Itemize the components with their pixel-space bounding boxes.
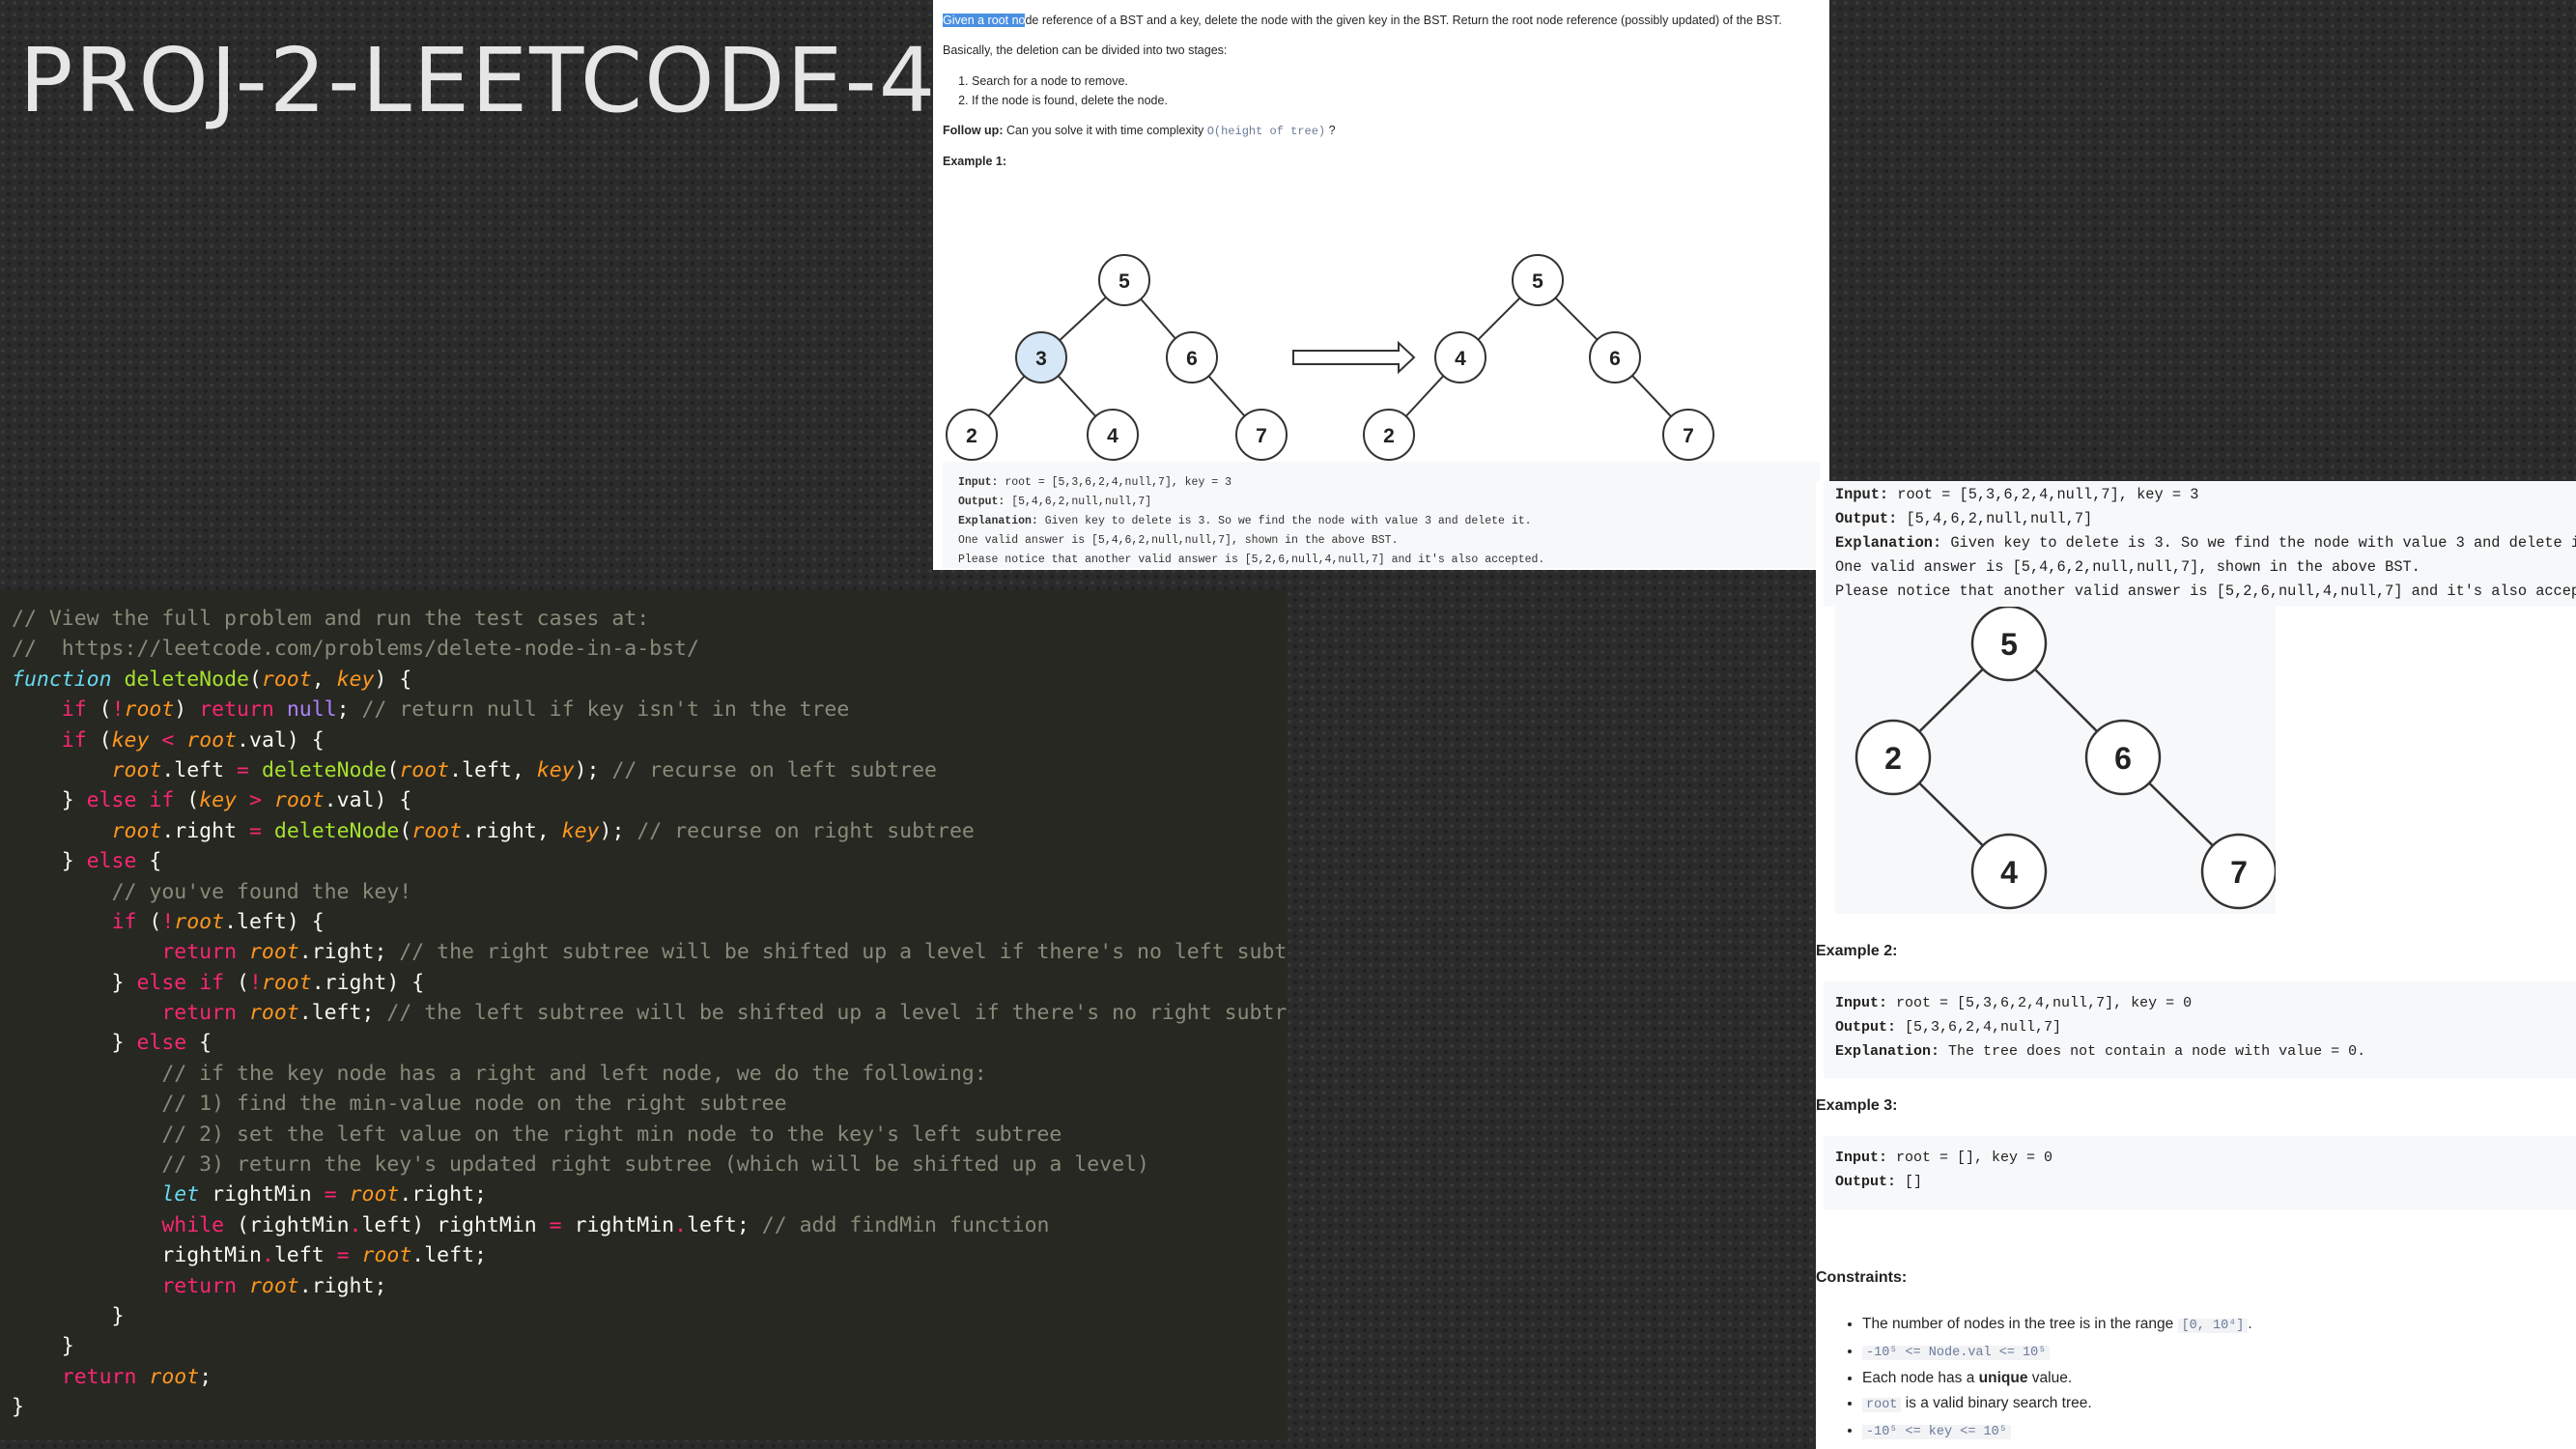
code-line: // you've found the key! bbox=[111, 879, 412, 904]
svg-text:4: 4 bbox=[1455, 348, 1466, 370]
follow-up: Follow up: Can you solve it with time co… bbox=[943, 124, 1336, 138]
example2-io-block: Input: root = [5,3,6,2,4,null,7], key = … bbox=[1824, 981, 2576, 1078]
constraint-item: -10⁵ <= key <= 10⁵ bbox=[1862, 1418, 2252, 1445]
code-line: root.right = deleteNode(root.right, key)… bbox=[111, 818, 975, 843]
constraint-item: -10⁵ <= Node.val <= 10⁵ bbox=[1862, 1339, 2252, 1366]
svg-text:4: 4 bbox=[2000, 855, 2018, 890]
code-line: } else if (key > root.val) { bbox=[12, 788, 412, 813]
constraint-item: The number of nodes in the tree is in th… bbox=[1862, 1312, 2252, 1339]
code-line: return root; bbox=[61, 1364, 212, 1389]
svg-text:5: 5 bbox=[1118, 270, 1130, 293]
code-line: if (!root) return null; // return null i… bbox=[61, 697, 850, 723]
arrow-right-icon bbox=[1292, 340, 1416, 375]
tree-node: 6 bbox=[1589, 331, 1641, 384]
tree-node: 2 bbox=[946, 409, 998, 461]
code-line: if (!root.left) { bbox=[111, 909, 325, 934]
svg-text:6: 6 bbox=[1609, 348, 1621, 370]
tree-node: 7 bbox=[1235, 409, 1288, 461]
code-line: // 2) set the left value on the right mi… bbox=[161, 1122, 1062, 1147]
code-line: return root.right; // the right subtree … bbox=[161, 940, 1288, 965]
code-line: } else { bbox=[12, 1031, 212, 1056]
alternative-tree-diagram: 5 2 6 4 7 bbox=[1835, 607, 2276, 914]
code-line: } else { bbox=[12, 849, 162, 874]
svg-text:7: 7 bbox=[2230, 855, 2248, 890]
code-line: rightMin.left = root.left; bbox=[161, 1243, 487, 1268]
code-line: } bbox=[12, 1334, 74, 1359]
tree-node: 2 bbox=[1854, 719, 1932, 796]
slide-title: PROJ-2-LEETCODE-450 bbox=[19, 29, 1055, 132]
code-line: } bbox=[12, 1303, 125, 1328]
svg-text:4: 4 bbox=[1107, 425, 1118, 447]
constraint-item: Each node has a unique value. bbox=[1862, 1366, 2252, 1391]
svg-text:5: 5 bbox=[2000, 627, 2018, 662]
svg-text:6: 6 bbox=[1186, 348, 1198, 370]
tree-node: 5 bbox=[1098, 254, 1150, 306]
code-editor[interactable]: // View the full problem and run the tes… bbox=[0, 590, 1288, 1440]
tree-node: 7 bbox=[1662, 409, 1714, 461]
stages-intro: Basically, the deletion can be divided i… bbox=[943, 43, 1228, 57]
svg-text:7: 7 bbox=[1256, 425, 1267, 447]
svg-text:2: 2 bbox=[1383, 425, 1395, 447]
svg-text:5: 5 bbox=[1532, 270, 1543, 293]
code-line: // 1) find the min-value node on the rig… bbox=[161, 1092, 787, 1117]
stages-list: Search for a node to remove. If the node… bbox=[943, 71, 1820, 110]
code-line: // 3) return the key's updated right sub… bbox=[161, 1152, 1149, 1178]
tree-node: 4 bbox=[1434, 331, 1486, 384]
example1-tree-diagram: 5 3 6 2 4 7 5 4 6 2 7 bbox=[946, 254, 1714, 461]
tree-node: 5 bbox=[1970, 607, 2048, 682]
tree-node: 2 bbox=[1363, 409, 1415, 461]
code-line: function deleteNode(root, key) { bbox=[12, 667, 412, 692]
constraint-item: root is a valid binary search tree. bbox=[1862, 1391, 2252, 1418]
code-line: while (rightMin.left) rightMin = rightMi… bbox=[161, 1212, 1050, 1237]
tree-node: 6 bbox=[2084, 719, 2162, 796]
example1-title: Example 1: bbox=[943, 155, 1007, 168]
code-line: return root.right; bbox=[161, 1273, 387, 1298]
code-line: } else if (!root.right) { bbox=[12, 970, 425, 995]
example1-io-block: Input: root = [5,3,6,2,4,null,7], key = … bbox=[943, 462, 1820, 568]
example3-title: Example 3: bbox=[1816, 1097, 1898, 1114]
svg-text:7: 7 bbox=[1683, 425, 1694, 447]
tree-node: 7 bbox=[2200, 833, 2276, 910]
code-line: // if the key node has a right and left … bbox=[161, 1061, 987, 1086]
code-line: return root.left; // the left subtree wi… bbox=[161, 1001, 1288, 1026]
tree-node-highlighted: 3 bbox=[1015, 331, 1067, 384]
tree-node: 5 bbox=[1512, 254, 1564, 306]
code-line: if (key < root.val) { bbox=[61, 727, 325, 753]
svg-text:3: 3 bbox=[1035, 348, 1047, 370]
svg-text:6: 6 bbox=[2114, 741, 2132, 776]
selected-text[interactable]: Given a root no bbox=[943, 14, 1026, 27]
tree-node: 6 bbox=[1166, 331, 1218, 384]
code-line: } bbox=[12, 1395, 24, 1420]
example2-title: Example 2: bbox=[1816, 943, 1898, 959]
stage-item: If the node is found, delete the node. bbox=[972, 91, 1820, 110]
problem-intro: Given a root node reference of a BST and… bbox=[943, 14, 1782, 27]
constraints-list: The number of nodes in the tree is in th… bbox=[1845, 1312, 2252, 1445]
code-line: // View the full problem and run the tes… bbox=[12, 607, 650, 631]
example3-io-block: Input: root = [], key = 0 Output: [] bbox=[1824, 1136, 2576, 1209]
code-line: // https://leetcode.com/problems/delete-… bbox=[12, 637, 699, 662]
example1-io-block: Input: root = [5,3,6,2,4,null,7], key = … bbox=[1824, 481, 2576, 607]
stage-item: Search for a node to remove. bbox=[972, 71, 1820, 91]
svg-text:2: 2 bbox=[966, 425, 977, 447]
examples-panel: Input: root = [5,3,6,2,4,null,7], key = … bbox=[1816, 481, 2576, 1449]
tree-node: 4 bbox=[1087, 409, 1139, 461]
code-line: root.left = deleteNode(root.left, key); … bbox=[111, 757, 937, 782]
tree-node: 4 bbox=[1970, 833, 2048, 910]
code-line: let rightMin = root.right; bbox=[161, 1182, 487, 1208]
svg-text:2: 2 bbox=[1884, 741, 1902, 776]
constraints-title: Constraints: bbox=[1816, 1269, 1908, 1286]
